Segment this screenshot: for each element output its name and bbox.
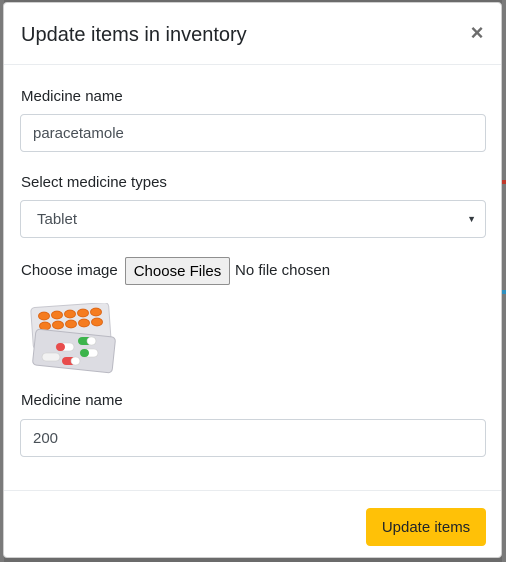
- update-inventory-modal: Update items in inventory × Medicine nam…: [3, 2, 502, 558]
- modal-body: Medicine name Select medicine types Tabl…: [4, 65, 501, 489]
- close-icon: ×: [470, 20, 484, 45]
- medicine-image-thumbnail: [30, 303, 116, 374]
- choose-files-button[interactable]: Choose Files: [125, 257, 230, 285]
- image-upload-row: Choose image Choose Files No file chosen: [21, 257, 481, 285]
- background-accent: [502, 290, 506, 294]
- file-status: No file chosen: [235, 262, 331, 279]
- medicine-type-selected: Tablet: [37, 211, 78, 228]
- medicine-name-label: Medicine name: [21, 88, 123, 105]
- update-items-button[interactable]: Update items: [366, 508, 486, 546]
- medicine-type-select[interactable]: Tablet ▼: [20, 200, 486, 238]
- modal-header: Update items in inventory ×: [4, 3, 501, 65]
- quantity-input[interactable]: [20, 419, 486, 457]
- background-accent: [502, 180, 506, 184]
- medicine-name-input[interactable]: [20, 114, 486, 152]
- image-label: Choose image: [21, 262, 118, 279]
- quantity-label: Medicine name: [21, 392, 123, 409]
- background-page-right: [502, 0, 506, 562]
- chevron-down-icon: ▼: [467, 214, 476, 224]
- medicine-type-label: Select medicine types: [21, 174, 167, 191]
- modal-title: Update items in inventory: [21, 24, 247, 46]
- modal-footer: Update items: [4, 490, 501, 557]
- close-button[interactable]: ×: [467, 21, 487, 45]
